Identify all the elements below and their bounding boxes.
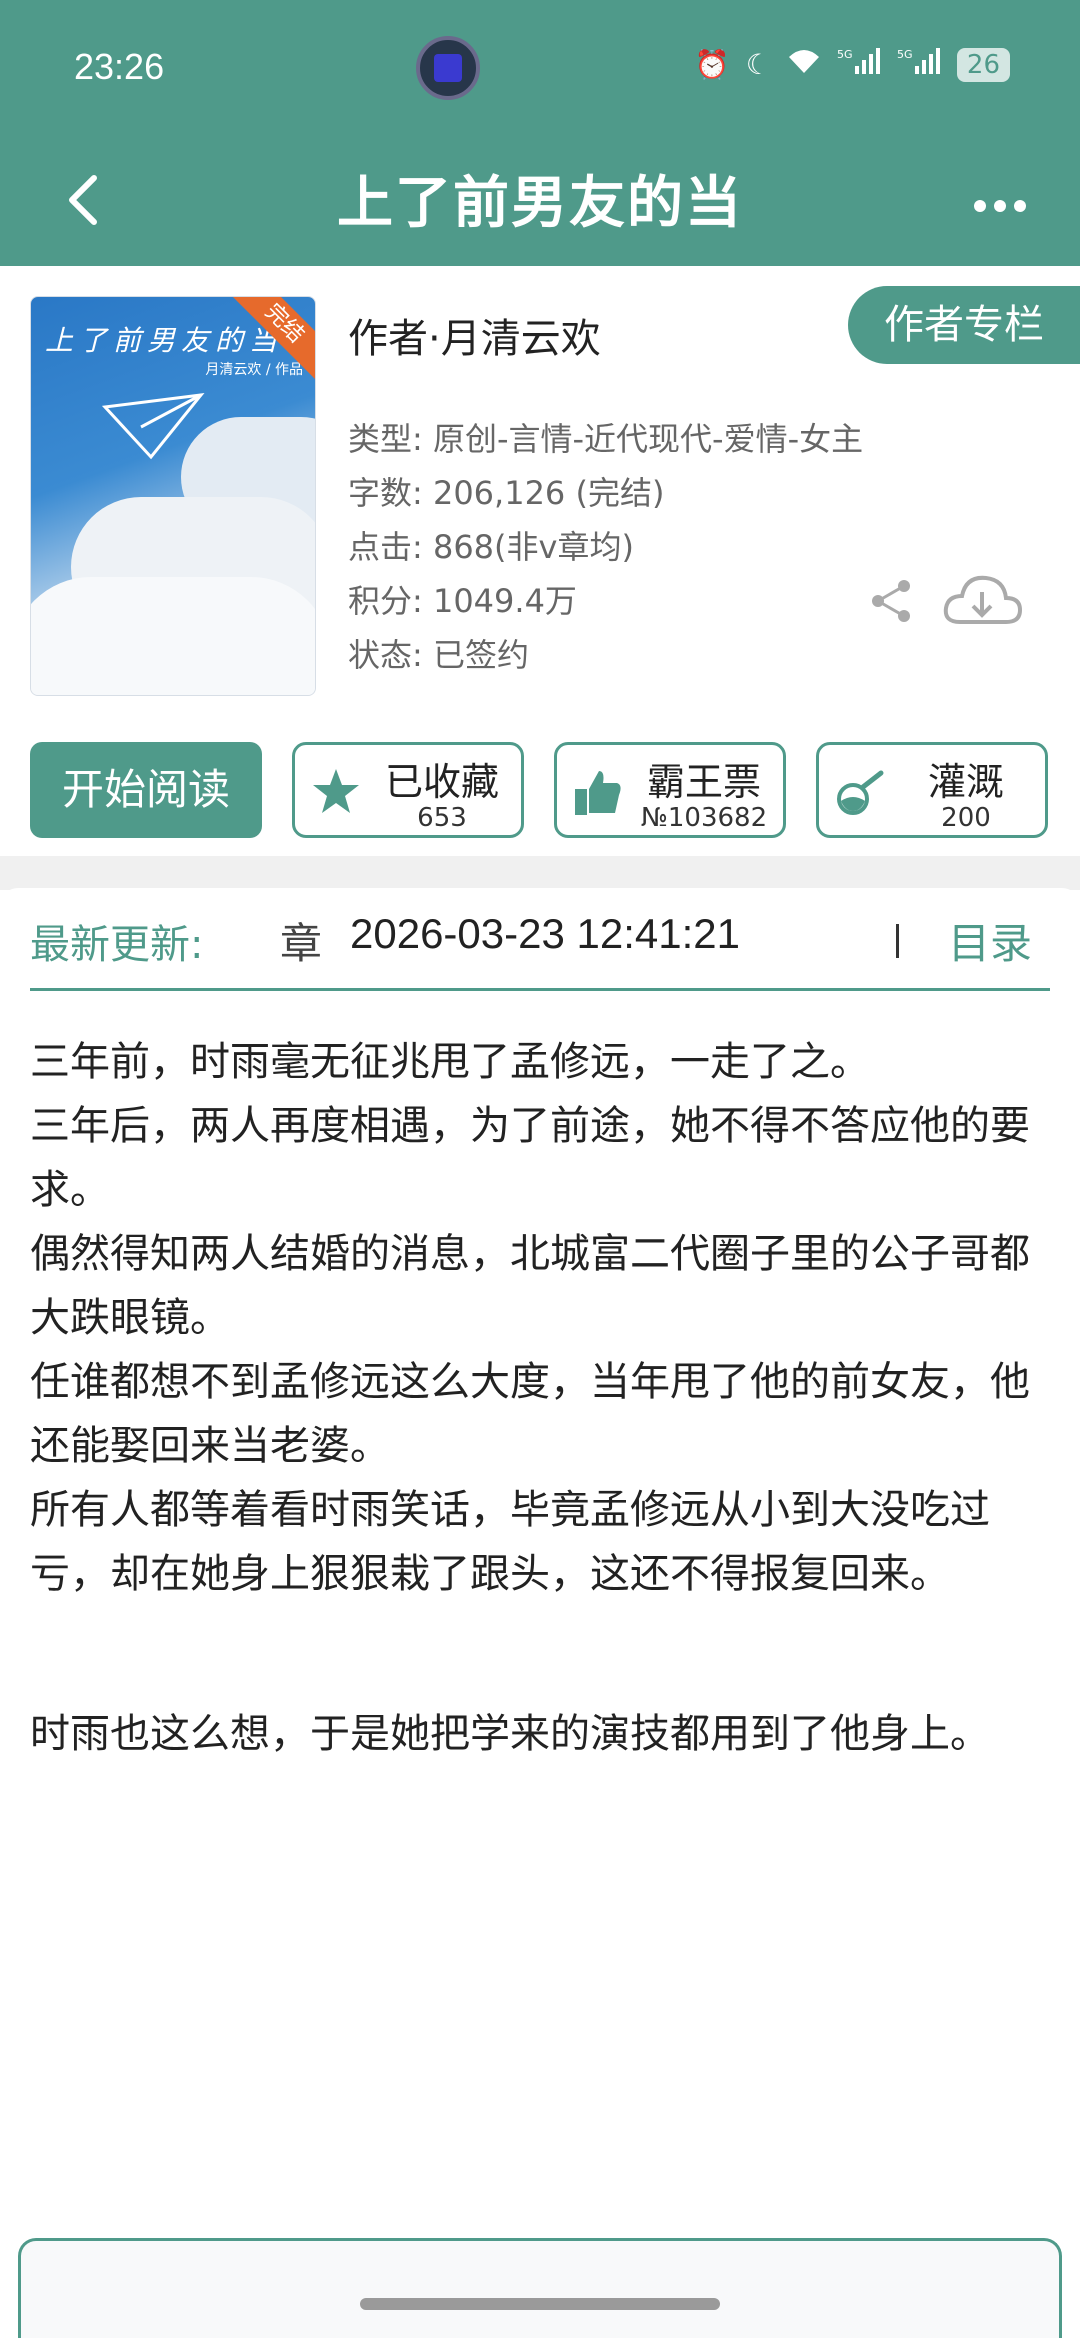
favorite-count: 653	[417, 803, 467, 833]
more-dots-icon	[974, 200, 1026, 212]
status-time: 23:26	[74, 46, 165, 87]
ticket-count: №103682	[640, 803, 768, 833]
nutrient-count: 200	[941, 803, 991, 833]
synopsis-spacer	[30, 1606, 1050, 1702]
svg-text:5G: 5G	[897, 48, 913, 61]
5g-signal-icon: 5G	[837, 46, 881, 83]
latest-update-bar[interactable]: 最新更新: 章 2026-03-23 12:41:21 目录	[0, 888, 1080, 1018]
meta-status: 状态: 已签约	[348, 636, 529, 674]
5g-signal-icon: 5G	[897, 46, 941, 83]
synopsis-paragraph: 所有人都等着看时雨笑话，毕竟孟修远从小到大没吃过亏，却在她身上狠狠栽了跟头，这还…	[30, 1487, 990, 1597]
cloud-download-icon[interactable]	[940, 566, 1024, 632]
ticket-label: 霸王票	[646, 760, 761, 804]
nutrient-label: 灌溉	[927, 760, 1004, 804]
favorite-button[interactable]: 已收藏 653	[292, 742, 524, 838]
star-icon	[313, 769, 359, 813]
nav-header: 上了前男友的当	[0, 130, 1080, 266]
toc-link[interactable]: 目录	[948, 910, 1032, 971]
section-divider	[0, 856, 1080, 890]
flask-icon	[837, 770, 884, 815]
more-button[interactable]	[960, 166, 1040, 246]
overlord-ticket-button[interactable]: 霸王票 №103682	[554, 742, 786, 838]
moon-icon: ☾	[745, 48, 771, 81]
page-title: 上了前男友的当	[337, 171, 743, 236]
paper-plane-icon	[101, 393, 205, 460]
book-meta: 类型: 原创-言情-近代现代-爱情-女主 字数: 206,126 (完结) 点击…	[348, 412, 863, 682]
synopsis-paragraph: 三年后，两人再度相遇，为了前途，她不得不答应他的要求。	[30, 1103, 1030, 1213]
meta-clicks: 点击: 868(非v章均)	[348, 528, 634, 566]
latest-update-label: 最新更新:	[30, 922, 204, 968]
meta-word-count: 字数: 206,126 (完结)	[348, 474, 665, 512]
floating-app-icon[interactable]	[416, 36, 480, 100]
synopsis-paragraph: 三年前，时雨毫无征兆甩了孟修远，一走了之。	[30, 1039, 870, 1085]
book-author[interactable]: 作者·月清云欢	[348, 306, 601, 364]
thumbs-up-icon	[575, 771, 621, 815]
cover-title: 上了前男友的当	[45, 324, 284, 357]
wifi-icon	[787, 47, 821, 82]
status-bar: 23:26 ⏰ ☾ 5G 5G 26	[0, 0, 1080, 130]
share-icon[interactable]	[866, 576, 916, 626]
author-column-button[interactable]: 作者专栏	[848, 286, 1080, 364]
battery-indicator: 26	[956, 47, 1010, 82]
latest-chapter[interactable]: 章	[280, 910, 322, 971]
book-synopsis: 三年前，时雨毫无征兆甩了孟修远，一走了之。 三年后，两人再度相遇，为了前途，她不…	[30, 1030, 1050, 1766]
synopsis-paragraph: 时雨也这么想，于是她把学来的演技都用到了他身上。	[30, 1711, 990, 1757]
alarm-icon: ⏰	[694, 48, 730, 81]
home-indicator[interactable]	[360, 2298, 720, 2310]
book-cover[interactable]: 上了前男友的当 月清云欢 / 作品 完结	[30, 296, 316, 696]
meta-points: 积分: 1049.4万	[348, 582, 577, 620]
start-reading-button[interactable]: 开始阅读	[30, 742, 262, 838]
favorite-label: 已收藏	[384, 760, 499, 804]
vertical-divider	[896, 924, 899, 958]
synopsis-paragraph: 偶然得知两人结婚的消息，北城富二代圈子里的公子哥都大跌眼镜。	[30, 1231, 1030, 1341]
book-info-card: 上了前男友的当 月清云欢 / 作品 完结 作者·月清云欢 作者专栏 类型: 原创…	[0, 266, 1080, 856]
top-bar: 23:26 ⏰ ☾ 5G 5G 26 上了前男友的当	[0, 0, 1080, 266]
cover-cloud	[31, 577, 315, 695]
meta-genre: 类型: 原创-言情-近代现代-爱情-女主	[348, 420, 864, 458]
update-underline	[30, 988, 1050, 991]
svg-text:5G: 5G	[837, 48, 853, 61]
nutrient-button[interactable]: 灌溉 200	[816, 742, 1048, 838]
status-icons: ⏰ ☾ 5G 5G 26	[695, 46, 1010, 83]
bottom-panel[interactable]	[18, 2238, 1062, 2338]
synopsis-paragraph: 任谁都想不到孟修远这么大度，当年甩了他的前女友，他还能娶回来当老婆。	[30, 1359, 1030, 1469]
latest-update-datetime: 2026-03-23 12:41:21	[350, 910, 740, 957]
cover-author: 月清云欢 / 作品	[205, 362, 303, 378]
